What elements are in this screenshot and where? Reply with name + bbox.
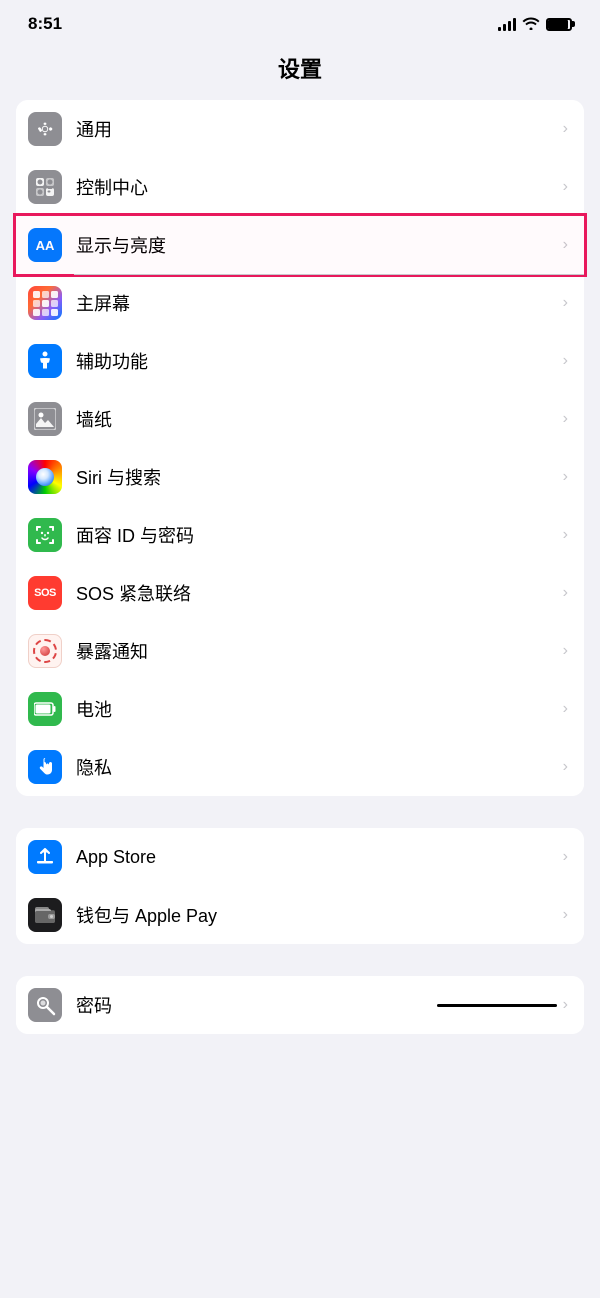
settings-item-exposure[interactable]: 暴露通知 › [16,622,584,680]
settings-item-general[interactable]: 通用 › [16,100,584,158]
exposure-label: 暴露通知 [76,638,557,664]
settings-item-sos[interactable]: SOS SOS 紧急联络 › [16,564,584,622]
face-id-chevron: › [563,526,568,544]
home-screen-chevron: › [563,294,568,312]
accessibility-icon [28,344,62,378]
accessibility-label: 辅助功能 [76,348,557,374]
sos-label: SOS 紧急联络 [76,580,557,606]
battery-chevron: › [563,700,568,718]
face-id-label: 面容 ID 与密码 [76,522,557,548]
status-icons [498,16,572,33]
settings-item-siri[interactable]: Siri 与搜索 › [16,448,584,506]
wallet-icon [28,898,62,932]
home-screen-label: 主屏幕 [76,290,557,316]
settings-item-wallpaper[interactable]: 墙纸 › [16,390,584,448]
siri-label: Siri 与搜索 [76,464,557,490]
status-time: 8:51 [28,14,62,34]
privacy-chevron: › [563,758,568,776]
settings-item-home-screen[interactable]: 主屏幕 › [16,274,584,332]
control-center-chevron: › [563,178,568,196]
settings-item-control-center[interactable]: 控制中心 › [16,158,584,216]
home-screen-icon [28,286,62,320]
privacy-label: 隐私 [76,754,557,780]
settings-item-wallet[interactable]: 钱包与 Apple Pay › [16,886,584,944]
display-icon: AA [28,228,62,262]
settings-group-2: App Store › 钱包与 Apple Pay › [16,828,584,944]
exposure-icon [28,634,62,668]
face-id-icon [28,518,62,552]
wallet-chevron: › [563,906,568,924]
battery-setting-icon [28,692,62,726]
siri-icon [28,460,62,494]
control-center-label: 控制中心 [76,174,557,200]
wallet-label: 钱包与 Apple Pay [76,902,557,928]
status-bar: 8:51 [0,0,600,42]
settings-item-app-store[interactable]: App Store › [16,828,584,886]
settings-group-3: 密码 › [16,976,584,1034]
passwords-label: 密码 [76,992,429,1018]
wifi-icon [522,16,540,33]
settings-item-battery[interactable]: 电池 › [16,680,584,738]
settings-item-face-id[interactable]: 面容 ID 与密码 › [16,506,584,564]
siri-chevron: › [563,468,568,486]
sos-text: SOS [34,587,56,599]
battery-icon [546,18,572,31]
settings-item-privacy[interactable]: 隐私 › [16,738,584,796]
settings-group-1: 通用 › 控制中心 › AA 显示与亮度 › [16,100,584,796]
app-store-chevron: › [563,848,568,866]
app-store-label: App Store [76,847,557,868]
home-grid [33,291,58,316]
wallpaper-icon [28,402,62,436]
exposure-chevron: › [563,642,568,660]
settings-item-passwords[interactable]: 密码 › [16,976,584,1034]
settings-item-accessibility[interactable]: 辅助功能 › [16,332,584,390]
page-title: 设置 [0,42,600,100]
wallpaper-label: 墙纸 [76,406,557,432]
passwords-icon [28,988,62,1022]
wallpaper-chevron: › [563,410,568,428]
settings-item-display[interactable]: AA 显示与亮度 › [16,216,584,274]
battery-label: 电池 [76,696,557,722]
privacy-icon [28,750,62,784]
aa-text: AA [36,238,55,253]
display-label: 显示与亮度 [76,232,557,258]
accessibility-chevron: › [563,352,568,370]
control-center-icon [28,170,62,204]
sos-icon: SOS [28,576,62,610]
passwords-chevron: › [563,996,568,1014]
general-icon [28,112,62,146]
general-label: 通用 [76,116,557,142]
signal-icon [498,17,516,31]
app-store-icon [28,840,62,874]
general-chevron: › [563,120,568,138]
passwords-underline [437,1004,557,1007]
display-chevron: › [563,236,568,254]
sos-chevron: › [563,584,568,602]
